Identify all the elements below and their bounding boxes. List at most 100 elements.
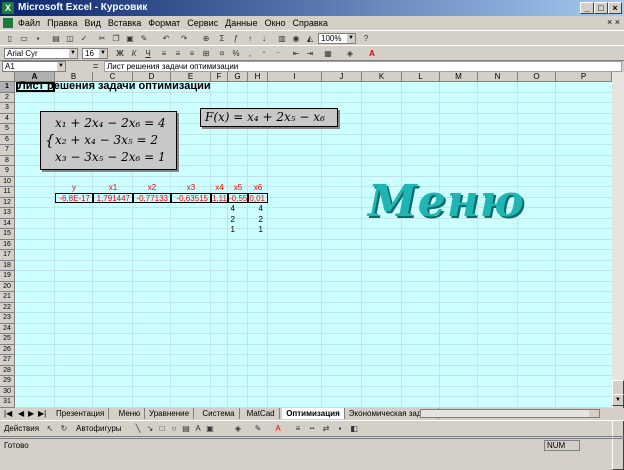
constraint-cell[interactable]: 1 [211,225,235,234]
column-header-L[interactable]: L [402,72,440,82]
column-header-M[interactable]: M [440,72,478,82]
decrease-decimal-icon[interactable]: ⁻ [272,48,284,59]
row-header-30[interactable]: 30 [0,386,15,397]
scroll-down-icon[interactable]: ▼ [612,394,624,406]
row-header-14[interactable]: 14 [0,218,15,229]
row-header-7[interactable]: 7 [0,145,15,156]
underline-icon[interactable]: Ч [142,48,154,59]
open-icon[interactable]: ▭ [18,33,30,44]
menu-wordart[interactable]: Меню [368,176,525,227]
3d-icon[interactable]: ◧ [348,423,360,434]
arrow-style-icon[interactable]: ⇄ [320,423,332,434]
autosum-icon[interactable]: Σ [216,33,228,44]
spelling-icon[interactable]: ✓ [78,33,90,44]
menu-item-3[interactable]: Вставка [108,18,141,28]
value-cell[interactable]: -6,8E-17 [55,193,93,203]
format-painter-icon[interactable]: ✎ [138,33,150,44]
name-box[interactable]: A1 ▼ [2,61,66,72]
row-header-16[interactable]: 16 [0,239,15,250]
zoom-select[interactable]: 100% ▼ [318,33,356,44]
hscroll-thumb[interactable] [589,410,599,417]
free-rotate-icon[interactable]: ↻ [58,423,70,434]
menu-item-2[interactable]: Вид [85,18,101,28]
redo-icon[interactable]: ↷ [178,33,190,44]
sheet-tab-0[interactable]: Презентация [52,408,110,419]
percent-icon[interactable]: % [230,48,242,59]
close-button[interactable]: × [608,2,622,14]
draw-font-color-icon[interactable]: A [272,423,284,434]
undo-icon[interactable]: ↶ [160,33,172,44]
actions-menu[interactable]: Действия [4,424,39,433]
menu-item-0[interactable]: Файл [18,18,40,28]
chart-wizard-icon[interactable]: ▥ [276,33,288,44]
row-header-18[interactable]: 18 [0,260,15,271]
bold-icon[interactable]: Ж [114,48,126,59]
draw-fill-color-icon[interactable]: ◈ [232,423,244,434]
save-icon[interactable]: ▪ [32,33,44,44]
first-sheet-icon[interactable]: |◀ [4,408,12,419]
row-header-4[interactable]: 4 [0,113,15,124]
sort-asc-icon[interactable]: ↑ [244,33,256,44]
row-header-6[interactable]: 6 [0,134,15,145]
row-header-2[interactable]: 2 [0,92,15,103]
row-header-19[interactable]: 19 [0,271,15,282]
print-preview-icon[interactable]: ◫ [64,33,76,44]
row-header-21[interactable]: 21 [0,292,15,303]
sheet-tab-4[interactable]: MatCad [243,408,280,419]
fill-color-icon[interactable]: ◈ [344,48,356,59]
value-cell[interactable]: -0,55 [228,193,248,203]
constraint-cell[interactable]: 1 [248,225,263,234]
menu-item-6[interactable]: Данные [225,18,258,28]
paste-icon[interactable]: ▣ [124,33,136,44]
shadow-icon[interactable]: ▪ [334,423,346,434]
menu-item-5[interactable]: Сервис [187,18,218,28]
horizontal-scrollbar[interactable] [420,409,600,418]
row-header-1[interactable]: 1 [0,82,15,93]
row-header-8[interactable]: 8 [0,155,15,166]
column-header-J[interactable]: J [322,72,362,82]
select-objects-icon[interactable]: ↖ [44,423,56,434]
increase-indent-icon[interactable]: ⇥ [304,48,316,59]
merge-center-icon[interactable]: ⊞ [200,48,212,59]
map-icon[interactable]: ◉ [290,33,302,44]
value-cell[interactable]: 1,791447 [93,193,133,203]
currency-icon[interactable]: ¤ [216,48,228,59]
row-header-31[interactable]: 31 [0,397,15,408]
font-size-select[interactable]: 16 ▼ [82,48,108,59]
copy-icon[interactable]: ❐ [110,33,122,44]
wordart-icon[interactable]: A [192,423,204,434]
row-header-15[interactable]: 15 [0,229,15,240]
menu-item-7[interactable]: Окно [265,18,286,28]
row-header-20[interactable]: 20 [0,281,15,292]
row-header-12[interactable]: 12 [0,197,15,208]
constraint-cell[interactable]: 2 [248,215,263,224]
drawing-icon[interactable]: ◭ [304,33,316,44]
sheet-tab-3[interactable]: Система [198,408,240,419]
sheet-tab-2[interactable]: Уравнение [145,408,195,419]
increase-decimal-icon[interactable]: ⁺ [258,48,270,59]
column-header-K[interactable]: K [362,72,402,82]
excel-app-icon[interactable]: X [2,2,14,14]
decrease-indent-icon[interactable]: ⇤ [290,48,302,59]
row-header-28[interactable]: 28 [0,365,15,376]
menu-item-4[interactable]: Формат [148,18,180,28]
column-header-P[interactable]: P [556,72,612,82]
constraint-cell[interactable]: 2 [211,215,235,224]
column-header-F[interactable]: F [211,72,228,82]
line-style-icon[interactable]: ≡ [292,423,304,434]
equation-system-object[interactable]: { x₁ + 2x₄ − 2x₆ = 4 x₂ + x₄ − 3x₅ = 2 x… [40,111,177,170]
row-header-17[interactable]: 17 [0,250,15,261]
font-color-icon[interactable]: A [366,48,378,59]
row-header-3[interactable]: 3 [0,103,15,114]
arrow-icon[interactable]: ↘ [144,423,156,434]
sheet-tab-1[interactable]: Меню [115,408,146,419]
row-header-22[interactable]: 22 [0,302,15,313]
constraint-cell[interactable]: 4 [248,204,263,213]
value-cell[interactable]: 0,01 [248,193,268,203]
rectangle-icon[interactable]: □ [156,423,168,434]
row-header-25[interactable]: 25 [0,334,15,345]
comma-style-icon[interactable]: , [244,48,256,59]
autoshapes-menu[interactable]: Автофигуры [76,424,122,433]
next-sheet-icon[interactable]: ▶ [28,408,34,419]
vertical-scrollbar[interactable]: ▼ [612,72,624,470]
